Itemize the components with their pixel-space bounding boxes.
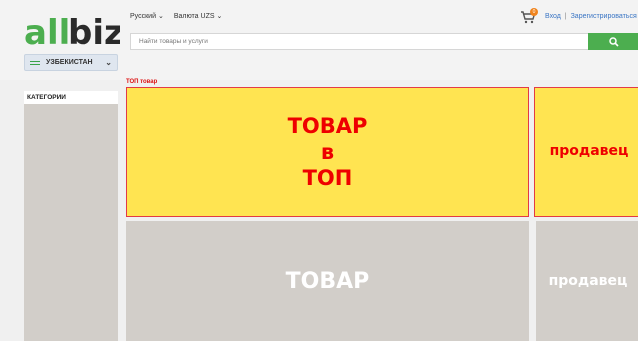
promo-side-text: продавец [549,143,629,160]
allbiz-logo[interactable]: all biz [24,14,120,50]
chevron-down-icon: ⌄ [216,13,223,20]
promo-main-text: ТОВАР в ТОП [288,113,368,192]
login-link[interactable]: Вход [545,13,561,20]
promo-line: ТОВАР [287,113,368,138]
register-link[interactable]: Зарегистрироваться [571,13,637,20]
auth-separator: | [564,13,567,20]
language-label: Русский [130,13,156,20]
header: all biz УЗБЕКИСТАН ⌄ Русский ⌄ Валюта UZ… [0,0,638,80]
promo-line: ТОП [302,166,353,191]
svg-text:all: all [24,14,70,50]
search-icon [609,36,619,47]
currency-selector[interactable]: Валюта UZS ⌄ [174,12,223,20]
promo-top-seller[interactable]: продавец [534,87,638,217]
chevron-down-icon: ⌄ [105,58,112,67]
top-links: Русский ⌄ Валюта UZS ⌄ [130,12,222,20]
chevron-down-icon: ⌄ [157,13,164,20]
menu-icon [30,60,40,65]
language-selector[interactable]: Русский ⌄ [130,12,164,20]
country-selector[interactable]: УЗБЕКИСТАН ⌄ [24,54,118,71]
seller-placeholder[interactable]: продавец [536,221,638,341]
categories-sidebar [24,91,118,341]
cart-badge: 0 [530,8,538,16]
search-button[interactable] [588,33,638,50]
search-input[interactable]: Найти товары и услуги [130,33,590,50]
country-label: УЗБЕКИСТАН [46,59,93,66]
auth-links: Вход | Зарегистрироваться [545,13,637,20]
categories-title[interactable]: КАТЕГОРИИ [24,91,118,104]
top-product-label: ТОП товар [126,79,158,85]
currency-label: Валюта UZS [173,13,215,20]
product-placeholder[interactable]: ТОВАР [126,221,529,341]
svg-text:biz: biz [68,14,120,50]
promo-top-product[interactable]: ТОВАР в ТОП [126,87,529,217]
promo-line: в [320,139,335,164]
